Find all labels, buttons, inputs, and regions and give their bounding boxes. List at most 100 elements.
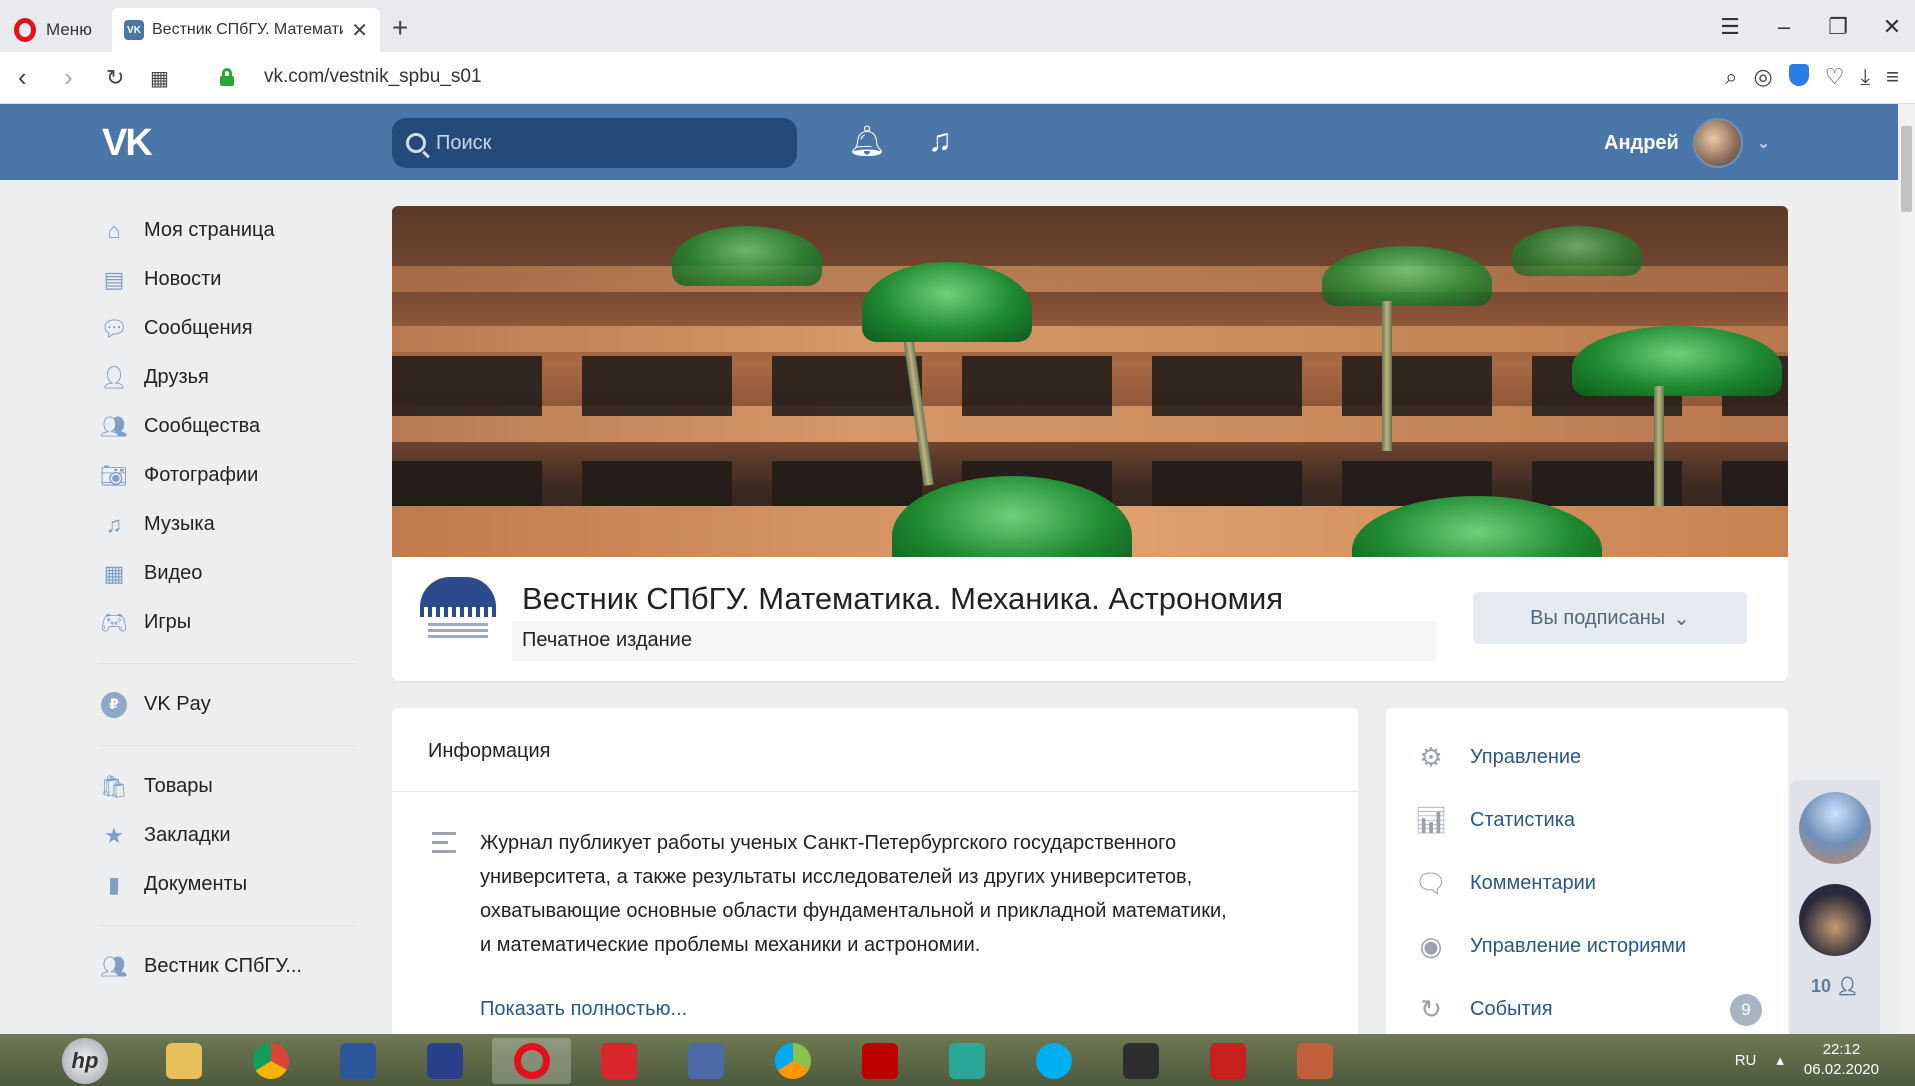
easy-setup-icon[interactable]: ☰ — [1707, 8, 1753, 46]
taskbar-skype-icon[interactable] — [1014, 1038, 1093, 1084]
sidebar-item-messages[interactable]: 💬︎ Сообщения — [100, 304, 360, 353]
snapshot-icon[interactable]: ◎ — [1753, 64, 1772, 90]
taskbar-word-icon[interactable] — [318, 1038, 397, 1084]
system-tray: RU ▴ 22:12 06.02.2020 — [1735, 1040, 1879, 1080]
sidebar-item-vkpay[interactable]: ₽ VK Pay — [100, 680, 360, 729]
speed-dial-icon[interactable]: ▦ — [150, 66, 169, 91]
sidebar-item-music[interactable]: ♫ Музыка — [100, 500, 360, 549]
restore-button[interactable]: ❐ — [1815, 8, 1861, 46]
info-heading: Информация — [392, 708, 1358, 792]
taskbar-touch-icon[interactable] — [1101, 1038, 1180, 1084]
group-status[interactable]: Печатное издание — [512, 621, 1436, 661]
search-icon — [406, 133, 426, 153]
chat-count[interactable]: 10 👤︎ — [1790, 976, 1880, 997]
user-menu[interactable]: Андрей ⌄ — [1604, 118, 1770, 168]
messages-icon: 💬︎ — [100, 315, 128, 341]
menu-item-comments[interactable]: 🗨︎ Комментарии — [1386, 852, 1788, 915]
clock-time: 22:12 — [1822, 1041, 1861, 1058]
forward-icon[interactable]: › — [64, 62, 73, 93]
clock[interactable]: 22:12 06.02.2020 — [1804, 1040, 1879, 1080]
close-window-button[interactable]: ✕ — [1869, 8, 1915, 46]
comments-icon: 🗨︎ — [1414, 868, 1448, 898]
sidebar-divider — [100, 745, 355, 746]
window-controls: ☰ – ❐ ✕ — [1707, 8, 1915, 46]
url-field[interactable]: vk.com/vestnik_spbu_s01 — [264, 66, 482, 88]
friends-icon: 👤︎ — [100, 364, 128, 390]
heart-icon[interactable]: ♡ — [1825, 64, 1845, 90]
sidebar-item-photos[interactable]: 📷︎ Фотографии — [100, 451, 360, 500]
subscribed-button[interactable]: Вы подписаны ⌄ — [1473, 592, 1747, 644]
search-box[interactable] — [392, 118, 797, 168]
download-icon[interactable]: ⤓ — [1860, 64, 1870, 90]
sidebar-item-label: Игры — [144, 611, 192, 633]
vpn-shield-icon[interactable] — [1788, 64, 1809, 86]
sidebar-divider — [100, 925, 355, 926]
minimize-button[interactable]: – — [1761, 8, 1807, 46]
sidebar-item-goods[interactable]: 🛍︎ Товары — [100, 762, 360, 811]
zoom-icon[interactable]: ⌕ — [1725, 64, 1737, 90]
menu-item-stories[interactable]: ◉ Управление историями — [1386, 915, 1788, 978]
sidebar-item-news[interactable]: ▤ Новости — [100, 255, 360, 304]
taskbar-opera-icon[interactable] — [492, 1038, 571, 1084]
chevron-down-icon: ⌄ — [1756, 135, 1771, 152]
sidebar-item-documents[interactable]: ▮ Документы — [100, 860, 360, 909]
taskbar-filezilla-icon[interactable] — [840, 1038, 919, 1084]
sidebar-item-label: Сообщества — [144, 415, 261, 437]
sidebar-item-friends[interactable]: 👤︎ Друзья — [100, 353, 360, 402]
sidebar-item-label: Вестник СПбГУ... — [144, 955, 302, 977]
secure-lock-icon[interactable] — [220, 68, 234, 86]
easy-setup-menu-icon[interactable]: ≡ — [1886, 64, 1899, 90]
taskbar-texmaker-icon[interactable] — [666, 1038, 745, 1084]
notifications-bell-icon[interactable]: 🔔︎ — [848, 124, 886, 159]
reload-icon[interactable]: ↻ — [106, 65, 124, 91]
sidebar-item-group[interactable]: 👥︎ Вестник СПбГУ... — [100, 942, 360, 991]
menu-item-label: Управление историями — [1470, 935, 1687, 957]
page-scrollbar[interactable] — [1898, 104, 1915, 1034]
language-indicator[interactable]: RU — [1735, 1052, 1757, 1069]
search-input[interactable] — [436, 131, 756, 155]
back-icon[interactable]: ‹ — [18, 62, 27, 93]
chat-avatar[interactable] — [1799, 884, 1871, 956]
sidebar-item-my-page[interactable]: ⌂ Моя страница — [100, 206, 360, 255]
sidebar-item-bookmarks[interactable]: ★ Закладки — [100, 811, 360, 860]
menu-item-statistics[interactable]: 📊︎ Статистика — [1386, 789, 1788, 852]
browser-tab-active[interactable]: VK Вестник СПбГУ. Математи ✕ — [112, 8, 380, 52]
home-icon: ⌂ — [107, 217, 121, 243]
taskbar-apps — [144, 1038, 1354, 1084]
vk-logo-icon[interactable]: VK — [102, 122, 153, 165]
tray-expand-icon[interactable]: ▴ — [1776, 1051, 1784, 1069]
opera-menu-button[interactable]: Меню — [0, 10, 110, 50]
group-logo-icon[interactable] — [420, 577, 496, 661]
sidebar-item-label: Сообщения — [144, 317, 253, 339]
start-button[interactable]: hp — [62, 1038, 108, 1084]
taskbar-app-icon[interactable] — [753, 1038, 832, 1084]
sidebar-item-communities[interactable]: 👥︎ Сообщества — [100, 402, 360, 451]
events-badge: 9 — [1730, 993, 1762, 1026]
taskbar-settings-icon[interactable] — [579, 1038, 658, 1084]
menu-item-manage[interactable]: ⚙ Управление — [1386, 726, 1788, 789]
menu-item-label: Статистика — [1470, 809, 1576, 831]
management-panel: ⚙ Управление 📊︎ Статистика 🗨︎ Комментарии ◉… — [1386, 708, 1788, 1038]
taskbar-acrobat-icon[interactable] — [1188, 1038, 1267, 1084]
chat-avatar[interactable] — [1799, 792, 1871, 864]
scrollbar-thumb[interactable] — [1901, 126, 1912, 212]
show-more-link[interactable]: Показать полностью... — [480, 998, 687, 1021]
menu-item-events[interactable]: ↻ События 9 — [1386, 978, 1788, 1041]
clock-date: 06.02.2020 — [1803, 1061, 1879, 1078]
new-tab-button[interactable]: + — [392, 12, 408, 44]
taskbar-app2-icon[interactable] — [927, 1038, 1006, 1084]
vk-header: VK 🔔︎ ♫ Андрей ⌄ — [0, 104, 1898, 180]
sidebar-item-games[interactable]: 🎮︎ Игры — [100, 598, 360, 647]
sidebar-item-video[interactable]: ▦ Видео — [100, 549, 360, 598]
person-icon: 👤︎ — [1836, 976, 1859, 996]
avatar — [1692, 118, 1743, 168]
music-player-icon[interactable]: ♫ — [928, 122, 952, 159]
tab-close-icon[interactable]: ✕ — [351, 18, 368, 43]
taskbar-presentation-icon[interactable] — [1275, 1038, 1354, 1084]
stats-icon: 📊︎ — [1414, 805, 1448, 835]
taskbar-explorer-icon[interactable] — [144, 1038, 223, 1084]
stories-icon: ◉ — [1419, 931, 1443, 961]
taskbar-save-icon[interactable] — [405, 1038, 484, 1084]
browser-tab-bar: Меню VK Вестник СПбГУ. Математи ✕ + ☰ – … — [0, 0, 1915, 52]
taskbar-chrome-icon[interactable] — [231, 1038, 310, 1084]
